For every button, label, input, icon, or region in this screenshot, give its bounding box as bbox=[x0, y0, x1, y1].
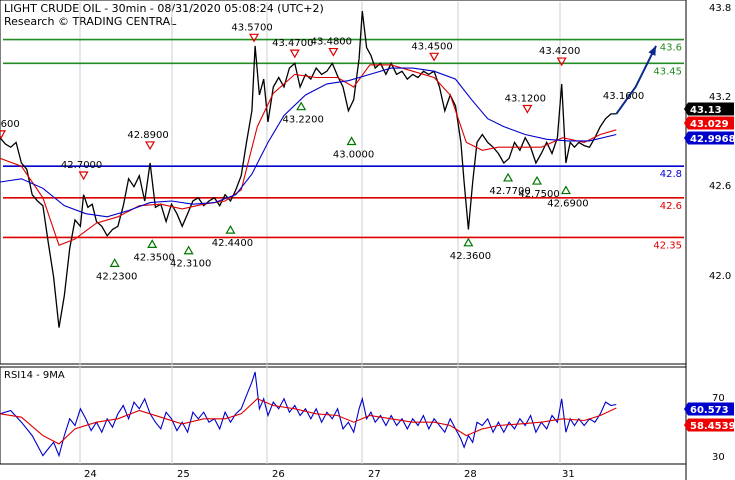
annotation-label: 43.5700 bbox=[231, 22, 272, 33]
annotation-label: 43.4500 bbox=[411, 41, 452, 52]
annotation-label: 43.2200 bbox=[283, 115, 324, 126]
annotation-label: 42.3100 bbox=[170, 259, 211, 270]
y-tick-label: 42.0 bbox=[709, 271, 731, 282]
annotation-label: 43.1200 bbox=[505, 94, 546, 105]
rsi-y-tick-label: 30 bbox=[712, 452, 725, 463]
x-tick-label: 28 bbox=[464, 469, 477, 480]
value-badge-text: 43.029 bbox=[690, 119, 729, 130]
x-tick-label: 31 bbox=[562, 469, 575, 480]
annotation-label: 42.4400 bbox=[212, 238, 253, 249]
annotation-label: 43.0000 bbox=[333, 150, 374, 161]
y-tick-label: 42.6 bbox=[709, 181, 731, 192]
x-tick-label: 27 bbox=[368, 469, 381, 480]
x-tick-label: 24 bbox=[84, 469, 97, 480]
annotation-label: 42.9600 bbox=[0, 119, 20, 130]
level-label: 42.35 bbox=[653, 240, 682, 251]
annotation-label: 42.6900 bbox=[547, 199, 588, 210]
annotation-label: 42.3500 bbox=[134, 252, 175, 263]
level-label: 42.8 bbox=[660, 169, 682, 180]
annotation-label: 43.4200 bbox=[539, 46, 580, 57]
x-tick-label: 25 bbox=[177, 469, 190, 480]
rsi-title: RSI14 - 9MA bbox=[4, 370, 65, 381]
annotation-label: 43.4700 bbox=[272, 38, 313, 49]
annotation-label: 42.7000 bbox=[61, 160, 102, 171]
level-label: 43.45 bbox=[653, 66, 682, 77]
rsi-plot-area bbox=[0, 366, 687, 465]
main-plot-area bbox=[0, 0, 687, 365]
chart-title: LIGHT CRUDE OIL - 30min - 08/31/2020 05:… bbox=[4, 2, 324, 15]
value-badge-text: 42.9968 bbox=[690, 134, 735, 145]
annotation-label: 43.4800 bbox=[311, 37, 352, 48]
value-badge-text: 60.573 bbox=[690, 405, 729, 416]
value-badge-text: 43.13 bbox=[690, 105, 722, 116]
price-chart: LIGHT CRUDE OIL - 30min - 08/31/2020 05:… bbox=[0, 0, 735, 480]
annotation-label: 42.3600 bbox=[450, 251, 491, 262]
y-tick-label: 43.2 bbox=[709, 92, 731, 103]
rsi-y-tick-label: 70 bbox=[712, 393, 725, 404]
value-badge-text: 58.4539 bbox=[690, 421, 735, 432]
annotation-label: 43.1600 bbox=[603, 91, 644, 102]
annotation-label: 42.8900 bbox=[127, 130, 168, 141]
x-tick-label: 26 bbox=[272, 469, 285, 480]
last-value-badges: 43.13 43.029 42.9968 60.573 58.4539 bbox=[684, 102, 735, 432]
level-label: 43.6 bbox=[660, 43, 682, 54]
y-tick-label: 43.8 bbox=[709, 3, 731, 14]
annotation-label: 42.2300 bbox=[96, 271, 137, 282]
level-label: 42.6 bbox=[660, 201, 682, 212]
chart-subtitle: Research © TRADING CENTRAL bbox=[4, 15, 177, 28]
